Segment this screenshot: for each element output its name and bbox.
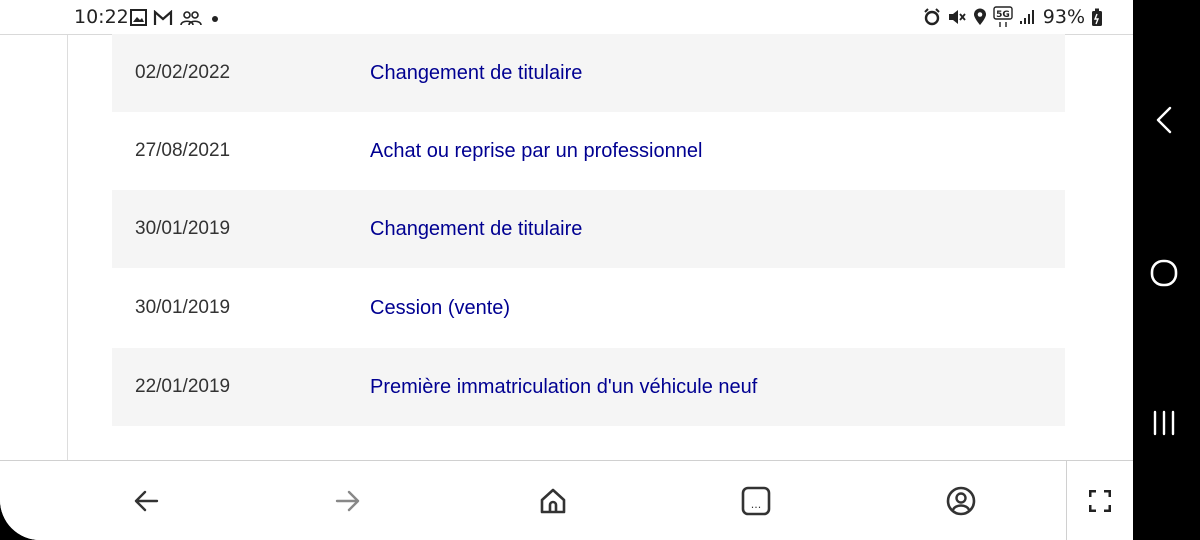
home-circle-icon (1150, 259, 1178, 287)
account-button[interactable] (943, 483, 979, 519)
browser-screen: 10:22 5G 93% 02/02/2022 Changement de ti… (0, 0, 1133, 540)
home-button[interactable] (535, 483, 571, 519)
table-row: 30/01/2019 Cession (vente) (112, 269, 1065, 347)
nav-home-button[interactable] (1146, 255, 1182, 291)
5g-icon: 5G (993, 6, 1013, 27)
row-operation: Cession (vente) (370, 296, 511, 319)
row-date: 27/08/2021 (135, 140, 231, 161)
row-operation: Changement de titulaire (370, 217, 583, 240)
gmail-icon (153, 9, 173, 25)
signal-icon (1019, 10, 1034, 24)
dot-icon (212, 15, 218, 22)
location-icon (973, 8, 986, 25)
back-icon (134, 490, 159, 512)
gallery-icon (130, 9, 147, 26)
row-operation: Première immatriculation d'un véhicule n… (370, 375, 758, 398)
status-right-icons: 5G 93% (923, 6, 1103, 28)
table-row: 22/01/2019 Première immatriculation d'un… (112, 348, 1065, 426)
mute-icon (948, 10, 966, 24)
row-date: 30/01/2019 (135, 297, 231, 318)
toolbar-divider (1066, 461, 1067, 540)
recents-icon (1153, 410, 1175, 436)
svg-text:5G: 5G (996, 10, 1010, 20)
table-row: 02/02/2022 Changement de titulaire (112, 34, 1065, 112)
row-date: 22/01/2019 (135, 376, 231, 397)
account-icon (946, 486, 976, 516)
row-date: 02/02/2022 (135, 62, 231, 83)
row-operation: Changement de titulaire (370, 61, 583, 84)
table-row: 27/08/2021 Achat ou reprise par un profe… (112, 112, 1065, 190)
tabs-icon: ... (741, 486, 771, 516)
status-time: 10:22 (74, 6, 129, 28)
tabs-button[interactable]: ... (738, 483, 774, 519)
home-icon (540, 488, 566, 514)
nav-back-button[interactable] (1146, 102, 1182, 138)
tabs-count-label: ... (751, 498, 762, 511)
status-bar: 10:22 5G 93% (0, 0, 1133, 35)
back-button[interactable] (128, 483, 164, 519)
battery-percent: 93% (1042, 6, 1085, 28)
people-icon (180, 10, 202, 25)
alarm-icon (924, 8, 940, 26)
browser-toolbar: ... (0, 460, 1133, 540)
battery-icon (1092, 8, 1102, 26)
fullscreen-icon (1089, 490, 1111, 512)
table-row: 30/01/2019 Changement de titulaire (112, 190, 1065, 268)
row-operation: Achat ou reprise par un professionnel (370, 139, 703, 162)
forward-icon (335, 490, 360, 512)
row-date: 30/01/2019 (135, 218, 231, 239)
chevron-left-icon (1156, 106, 1172, 134)
status-left-icons (130, 9, 221, 26)
nav-recents-button[interactable] (1146, 405, 1182, 441)
forward-button[interactable] (330, 483, 366, 519)
history-table: 02/02/2022 Changement de titulaire 27/08… (67, 34, 1133, 460)
fullscreen-button[interactable] (1082, 483, 1118, 519)
